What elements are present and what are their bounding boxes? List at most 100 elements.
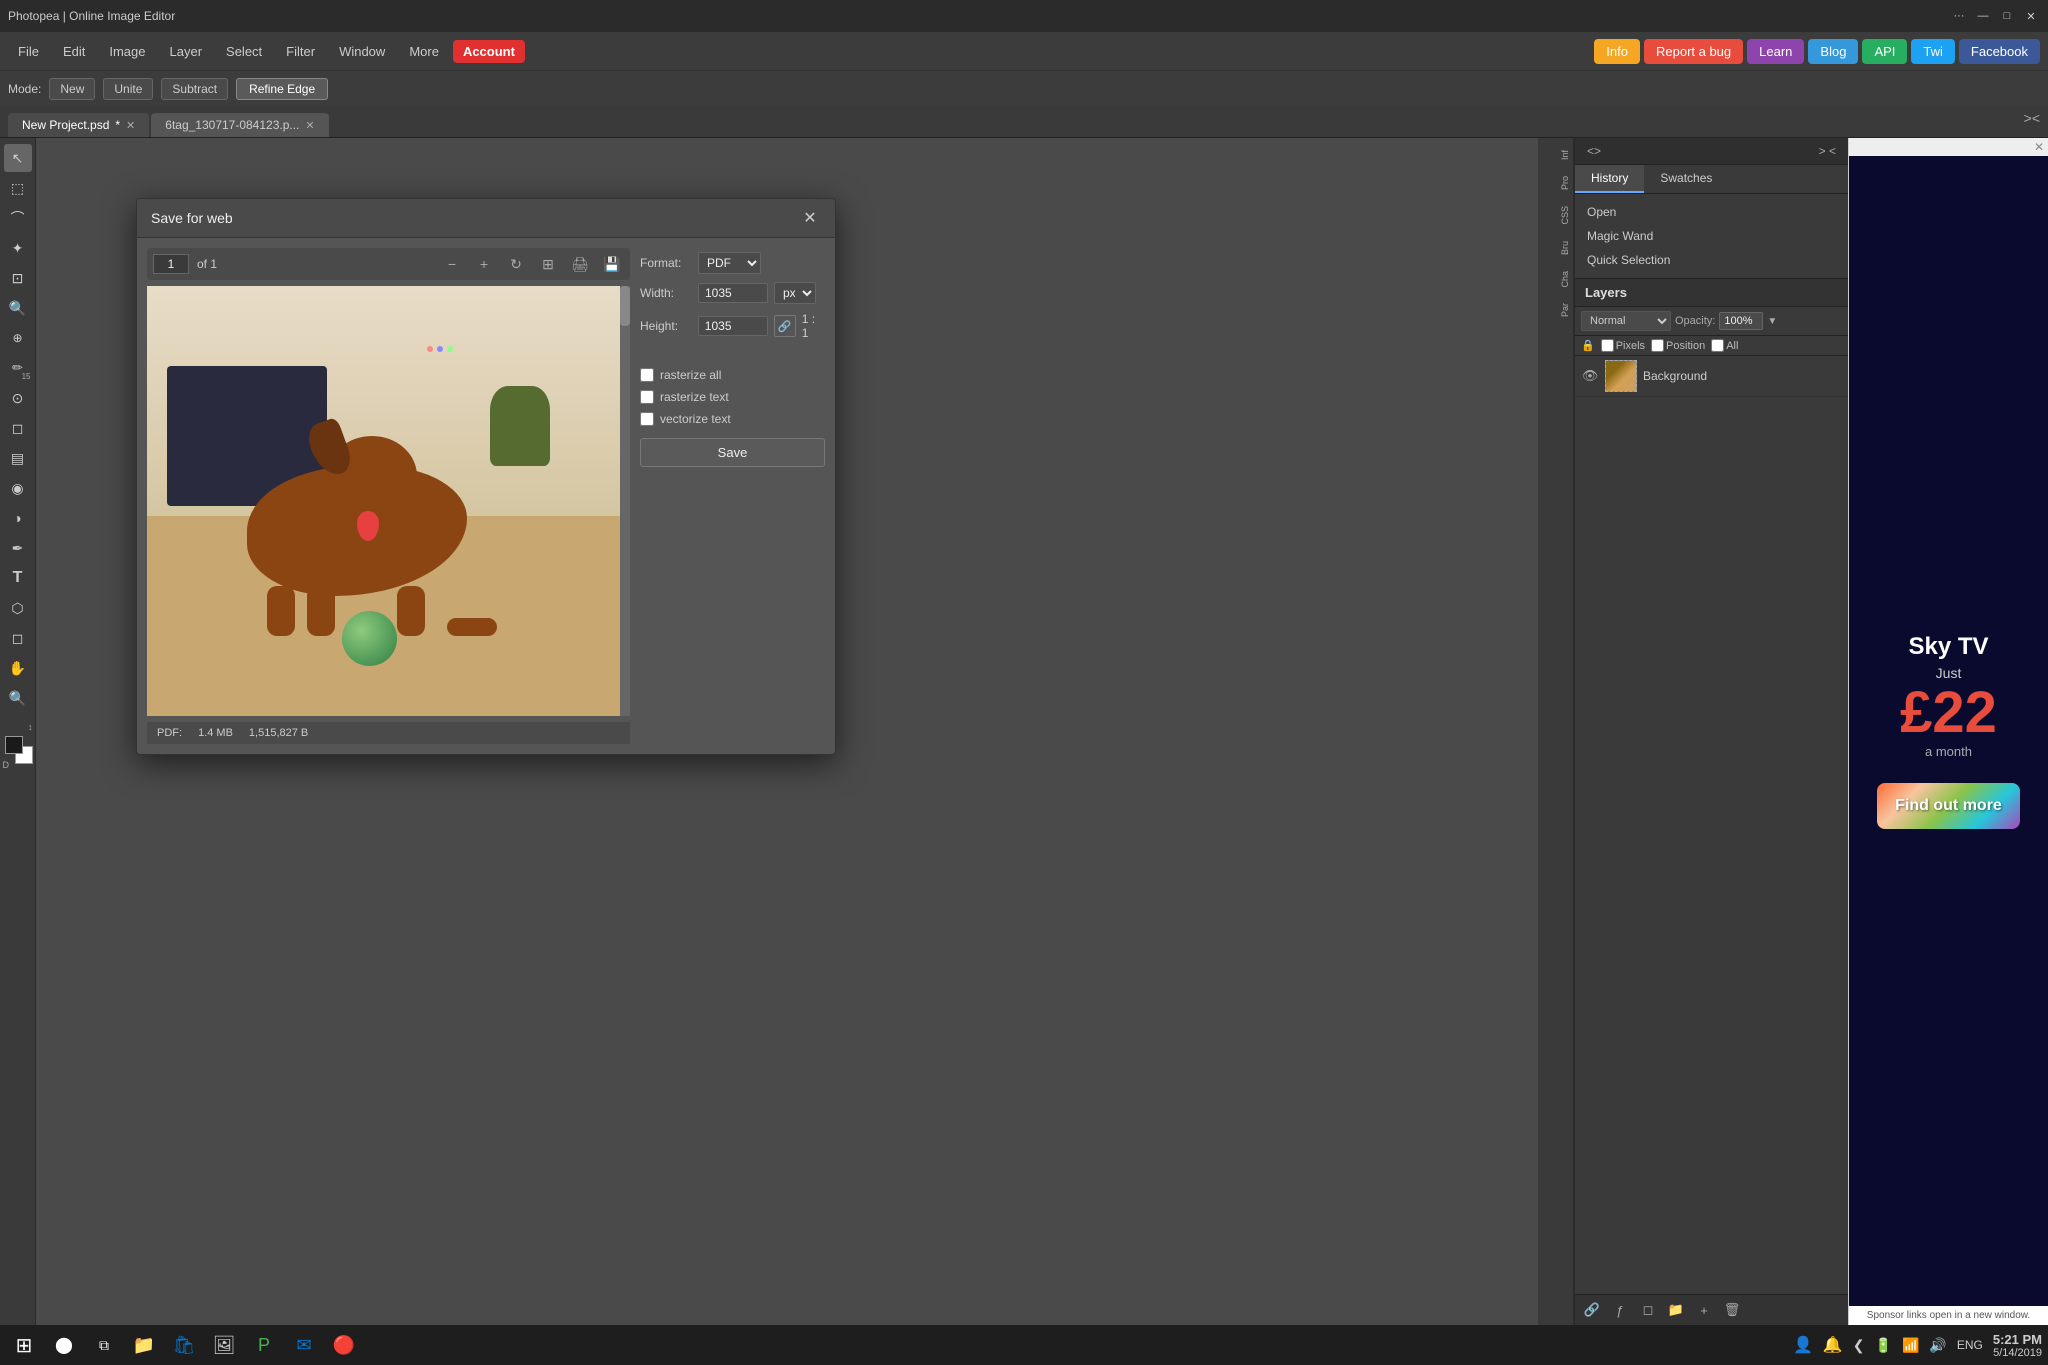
swatches-tab[interactable]: Swatches bbox=[1644, 165, 1728, 193]
tab-new-project-close[interactable]: ✕ bbox=[126, 119, 135, 132]
panel-label-css[interactable]: CSS bbox=[1538, 198, 1573, 233]
layer-visibility-icon[interactable]: 👁 bbox=[1581, 367, 1599, 385]
battery-icon[interactable]: 🔋 bbox=[1875, 1337, 1892, 1354]
width-input[interactable] bbox=[698, 283, 768, 303]
layers-new-btn[interactable]: + bbox=[1693, 1299, 1715, 1321]
shape-tool-btn[interactable]: ◻ bbox=[4, 624, 32, 652]
taskbar-other-btn[interactable]: 🔴 bbox=[326, 1327, 362, 1363]
nav-blog-btn[interactable]: Blog bbox=[1808, 39, 1858, 64]
clone-tool-btn[interactable]: ⊙ bbox=[4, 384, 32, 412]
wifi-icon[interactable]: 📶 bbox=[1902, 1337, 1919, 1354]
layers-mask-btn[interactable]: ◻ bbox=[1637, 1299, 1659, 1321]
language-indicator[interactable]: ENG bbox=[1957, 1338, 1983, 1352]
save-button[interactable]: Save bbox=[640, 438, 825, 467]
history-item-magic-wand[interactable]: Magic Wand bbox=[1575, 224, 1848, 248]
lock-all-checkbox[interactable] bbox=[1711, 339, 1724, 352]
taskbar-store-btn[interactable]: 🛍 bbox=[166, 1327, 202, 1363]
layers-effect-btn[interactable]: ƒ bbox=[1609, 1299, 1631, 1321]
tab-new-project[interactable]: New Project.psd * ✕ bbox=[8, 113, 149, 137]
panel-label-pro[interactable]: Pro bbox=[1538, 168, 1573, 198]
panel-expand-btn[interactable]: > < bbox=[1815, 142, 1840, 160]
blur-tool-btn[interactable]: ◉ bbox=[4, 474, 32, 502]
canvas-area[interactable]: Save for web ✕ of 1 − + ↻ ⊞ 🖨 💾 bbox=[36, 138, 1538, 1325]
rotate-btn[interactable]: ↻ bbox=[504, 252, 528, 276]
nav-reportbug-btn[interactable]: Report a bug bbox=[1644, 39, 1743, 64]
eyedropper-tool-btn[interactable]: 🔍 bbox=[4, 294, 32, 322]
lock-pixels-label[interactable]: Pixels bbox=[1601, 339, 1645, 352]
close-window-btn[interactable]: ✕ bbox=[2022, 7, 2040, 25]
menu-more[interactable]: More bbox=[399, 40, 449, 63]
rasterize-text-checkbox[interactable] bbox=[640, 390, 654, 404]
lock-position-checkbox[interactable] bbox=[1651, 339, 1664, 352]
menu-filter[interactable]: Filter bbox=[276, 40, 325, 63]
nav-facebook-btn[interactable]: Facebook bbox=[1959, 39, 2040, 64]
mode-subtract-btn[interactable]: Subtract bbox=[161, 78, 228, 100]
taskbar-mail-btn[interactable]: ✉ bbox=[286, 1327, 322, 1363]
print-btn[interactable]: 🖨 bbox=[568, 252, 592, 276]
preview-scrollbar-thumb[interactable] bbox=[620, 286, 630, 326]
menu-image[interactable]: Image bbox=[99, 40, 155, 63]
menu-select[interactable]: Select bbox=[216, 40, 272, 63]
lasso-tool-btn[interactable]: ⌒ bbox=[4, 204, 32, 232]
menu-edit[interactable]: Edit bbox=[53, 40, 95, 63]
notification-icon[interactable]: 🔔 bbox=[1823, 1335, 1843, 1355]
menu-window[interactable]: Window bbox=[329, 40, 395, 63]
crop-tool-btn[interactable]: ⊡ bbox=[4, 264, 32, 292]
magic-wand-tool-btn[interactable]: ✦ bbox=[4, 234, 32, 262]
panel-label-cha[interactable]: Cha bbox=[1538, 263, 1573, 296]
mode-unite-btn[interactable]: Unite bbox=[103, 78, 153, 100]
path-tool-btn[interactable]: ⬡ bbox=[4, 594, 32, 622]
user-icon[interactable]: 👤 bbox=[1793, 1335, 1813, 1355]
mode-new-btn[interactable]: New bbox=[49, 78, 95, 100]
swap-colors-icon[interactable]: ↕ bbox=[28, 722, 33, 732]
nav-api-btn[interactable]: API bbox=[1862, 39, 1907, 64]
pen-tool-btn[interactable]: ✒ bbox=[4, 534, 32, 562]
ad-close-btn[interactable]: ✕ bbox=[2034, 140, 2044, 154]
layer-item-background[interactable]: 👁 Background bbox=[1575, 356, 1848, 397]
history-tab[interactable]: History bbox=[1575, 165, 1644, 193]
taskbar-images-btn[interactable]: 🖼 bbox=[206, 1327, 242, 1363]
menu-layer[interactable]: Layer bbox=[160, 40, 213, 63]
heal-tool-btn[interactable]: ⊕ bbox=[4, 324, 32, 352]
account-button[interactable]: Account bbox=[453, 40, 525, 63]
panel-label-bru[interactable]: Bru bbox=[1538, 233, 1573, 263]
fit-screen-btn[interactable]: ⊞ bbox=[536, 252, 560, 276]
zoom-tool-btn[interactable]: 🔍 bbox=[4, 684, 32, 712]
paint-bucket-tool-btn[interactable]: ▤ bbox=[4, 444, 32, 472]
download-btn[interactable]: 💾 bbox=[600, 252, 624, 276]
taskbar-photopea-btn[interactable]: P bbox=[246, 1327, 282, 1363]
layers-trash-btn[interactable]: 🗑 bbox=[1721, 1299, 1743, 1321]
nav-learn-btn[interactable]: Learn bbox=[1747, 39, 1804, 64]
vectorize-text-checkbox[interactable] bbox=[640, 412, 654, 426]
format-select[interactable]: PDF PNG JPG WebP bbox=[698, 252, 761, 274]
nav-twi-btn[interactable]: Twi bbox=[1911, 39, 1955, 64]
lock-position-label[interactable]: Position bbox=[1651, 339, 1705, 352]
arrow-icon[interactable]: ❮ bbox=[1853, 1337, 1865, 1354]
layers-group-btn[interactable]: 📁 bbox=[1665, 1299, 1687, 1321]
lock-pixels-checkbox[interactable] bbox=[1601, 339, 1614, 352]
tab-6tag[interactable]: 6tag_130717-084123.p... ✕ bbox=[151, 113, 328, 137]
more-btn[interactable]: ··· bbox=[1950, 7, 1968, 25]
history-item-open[interactable]: Open bbox=[1575, 200, 1848, 224]
opacity-arrow[interactable]: ▼ bbox=[1767, 316, 1777, 327]
layers-link-btn[interactable]: 🔗 bbox=[1581, 1299, 1603, 1321]
taskbar-explorer-btn[interactable]: 📁 bbox=[126, 1327, 162, 1363]
panel-label-par[interactable]: Par bbox=[1538, 295, 1573, 325]
taskbar-search-btn[interactable]: ⬤ bbox=[46, 1327, 82, 1363]
preview-scrollbar[interactable] bbox=[620, 286, 630, 716]
text-tool-btn[interactable]: T bbox=[4, 564, 32, 592]
width-unit-select[interactable]: px % cm bbox=[774, 282, 816, 304]
height-input[interactable] bbox=[698, 316, 768, 336]
minimize-btn[interactable]: — bbox=[1974, 7, 1992, 25]
ad-findout-btn[interactable]: Find out more bbox=[1877, 783, 2020, 829]
history-item-quick-selection[interactable]: Quick Selection bbox=[1575, 248, 1848, 272]
nav-info-btn[interactable]: Info bbox=[1594, 39, 1640, 64]
select-tool-btn[interactable]: ⬚ bbox=[4, 174, 32, 202]
taskbar-start-btn[interactable]: ⊞ bbox=[6, 1327, 42, 1363]
dodge-tool-btn[interactable]: ◑ bbox=[4, 504, 32, 532]
blend-mode-select[interactable]: Normal Multiply Screen Overlay bbox=[1581, 311, 1671, 331]
move-tool-btn[interactable]: ↖ bbox=[4, 144, 32, 172]
hand-tool-btn[interactable]: ✋ bbox=[4, 654, 32, 682]
zoom-out-btn[interactable]: − bbox=[440, 252, 464, 276]
page-number-input[interactable] bbox=[153, 254, 189, 274]
